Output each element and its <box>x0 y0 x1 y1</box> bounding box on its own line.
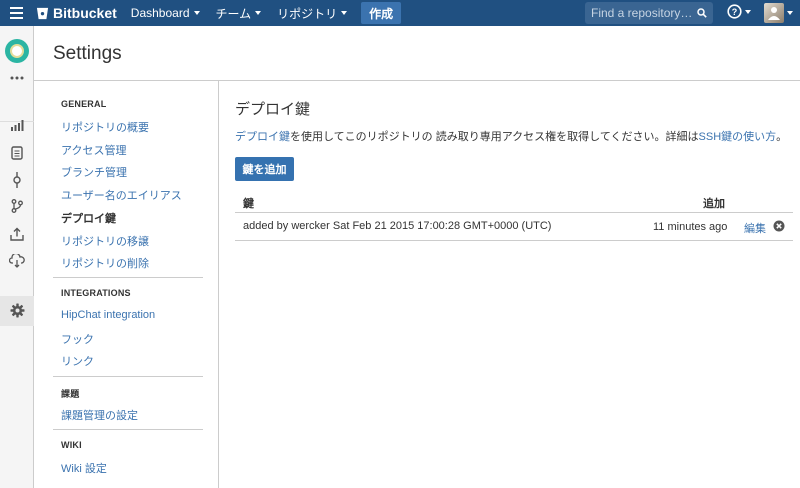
sidebar-item-issue-settings[interactable]: 課題管理の設定 <box>61 407 138 423</box>
nav-teams-label: チーム <box>215 6 252 21</box>
nav-teams[interactable]: チーム <box>216 5 262 22</box>
search-placeholder: Find a repository… <box>591 6 693 20</box>
help-glyph: ? <box>732 7 738 17</box>
chevron-down-icon <box>341 11 348 15</box>
stats-icon[interactable] <box>0 119 34 131</box>
nav-repositories-label: リポジトリ <box>277 6 338 21</box>
bitbucket-bucket-icon <box>36 7 49 19</box>
gear-icon[interactable] <box>0 303 34 318</box>
section-description: デプロイ鍵を使用してこのリポジトリの 読み取り専用アクセス権を取得してください。… <box>235 128 787 144</box>
nav-repositories[interactable]: リポジトリ <box>277 5 348 22</box>
sidebar-item-username-aliases[interactable]: ユーザー名のエイリアス <box>61 187 182 203</box>
edit-key-link[interactable]: 編集 <box>744 220 766 236</box>
bitbucket-logo[interactable]: Bitbucket <box>36 5 117 21</box>
sidebar-item-branch-management[interactable]: ブランチ管理 <box>61 164 127 180</box>
sidebar-heading-issues: 課題 <box>61 389 80 399</box>
page-title: Settings <box>53 43 122 64</box>
table-divider <box>235 212 793 213</box>
search-icon <box>697 8 707 18</box>
column-header-added: 追加 <box>703 198 725 210</box>
delete-key-icon[interactable] <box>773 220 785 232</box>
commits-icon[interactable] <box>0 172 34 188</box>
sidebar-heading-wiki: WIKI <box>61 440 82 450</box>
chevron-down-icon[interactable] <box>787 11 793 15</box>
sidebar-divider <box>53 429 203 430</box>
branches-icon[interactable] <box>0 199 34 213</box>
deployment-keys-link[interactable]: デプロイ鍵 <box>235 131 290 143</box>
help-menu[interactable]: ? <box>727 4 751 19</box>
sidebar-item-delete-repository[interactable]: リポジトリの削除 <box>61 255 149 271</box>
sidebar-divider <box>53 277 203 278</box>
chevron-down-icon <box>193 11 200 15</box>
repository-search-input[interactable]: Find a repository… <box>585 2 713 24</box>
more-icon[interactable] <box>0 76 34 80</box>
sidebar-item-access-management[interactable]: アクセス管理 <box>61 142 126 158</box>
key-added-time: 11 minutes ago <box>653 221 728 233</box>
repository-sidebar-rail <box>0 26 34 488</box>
add-key-button[interactable]: 鍵を追加 <box>235 157 294 181</box>
source-file-icon[interactable] <box>0 146 34 160</box>
chevron-down-icon <box>255 11 262 15</box>
top-navigation-bar: Bitbucket Dashboard チーム リポジトリ 作成 Find a … <box>0 0 800 26</box>
column-header-key: 鍵 <box>243 198 254 210</box>
repository-avatar[interactable] <box>5 39 29 63</box>
sidebar-item-links[interactable]: リンク <box>61 353 94 369</box>
ssh-keys-help-link[interactable]: SSH鍵の使い方 <box>699 131 777 143</box>
sidebar-heading-general: GENERAL <box>61 99 107 109</box>
upload-icon[interactable] <box>0 227 34 241</box>
description-text: を使用してこのリポジトリの 読み取り専用アクセス権を取得してください。詳細は <box>290 131 699 143</box>
table-divider <box>235 240 793 241</box>
user-icon <box>768 7 780 20</box>
sidebar-item-wiki-settings[interactable]: Wiki 設定 <box>61 460 107 476</box>
chevron-down-icon <box>745 9 751 14</box>
sidebar-item-hipchat[interactable]: HipChat integration <box>61 309 155 321</box>
sidebar-item-deployment-keys[interactable]: デプロイ鍵 <box>61 210 116 226</box>
key-label: added by wercker Sat Feb 21 2015 17:00:2… <box>243 220 552 232</box>
sidebar-item-transfer-repository[interactable]: リポジトリの移譲 <box>61 233 149 249</box>
sidebar-heading-integrations: INTEGRATIONS <box>61 288 131 298</box>
cloud-download-icon[interactable] <box>0 254 34 268</box>
description-end: 。 <box>776 131 788 143</box>
help-icon: ? <box>727 4 742 19</box>
brand-name: Bitbucket <box>53 5 117 21</box>
page-header: Settings <box>34 26 800 81</box>
nav-dashboard[interactable]: Dashboard <box>131 6 200 20</box>
nav-dashboard-label: Dashboard <box>130 6 190 20</box>
section-title: デプロイ鍵 <box>235 101 311 118</box>
sidebar-item-hooks[interactable]: フック <box>61 331 94 347</box>
settings-sidebar: GENERAL リポジトリの概要 アクセス管理 ブランチ管理 ユーザー名のエイリ… <box>34 81 219 488</box>
sidebar-divider <box>53 376 203 377</box>
user-avatar[interactable] <box>764 3 784 23</box>
menu-icon[interactable] <box>0 0 32 26</box>
create-button[interactable]: 作成 <box>361 2 402 24</box>
sidebar-item-repository-details[interactable]: リポジトリの概要 <box>61 119 149 135</box>
